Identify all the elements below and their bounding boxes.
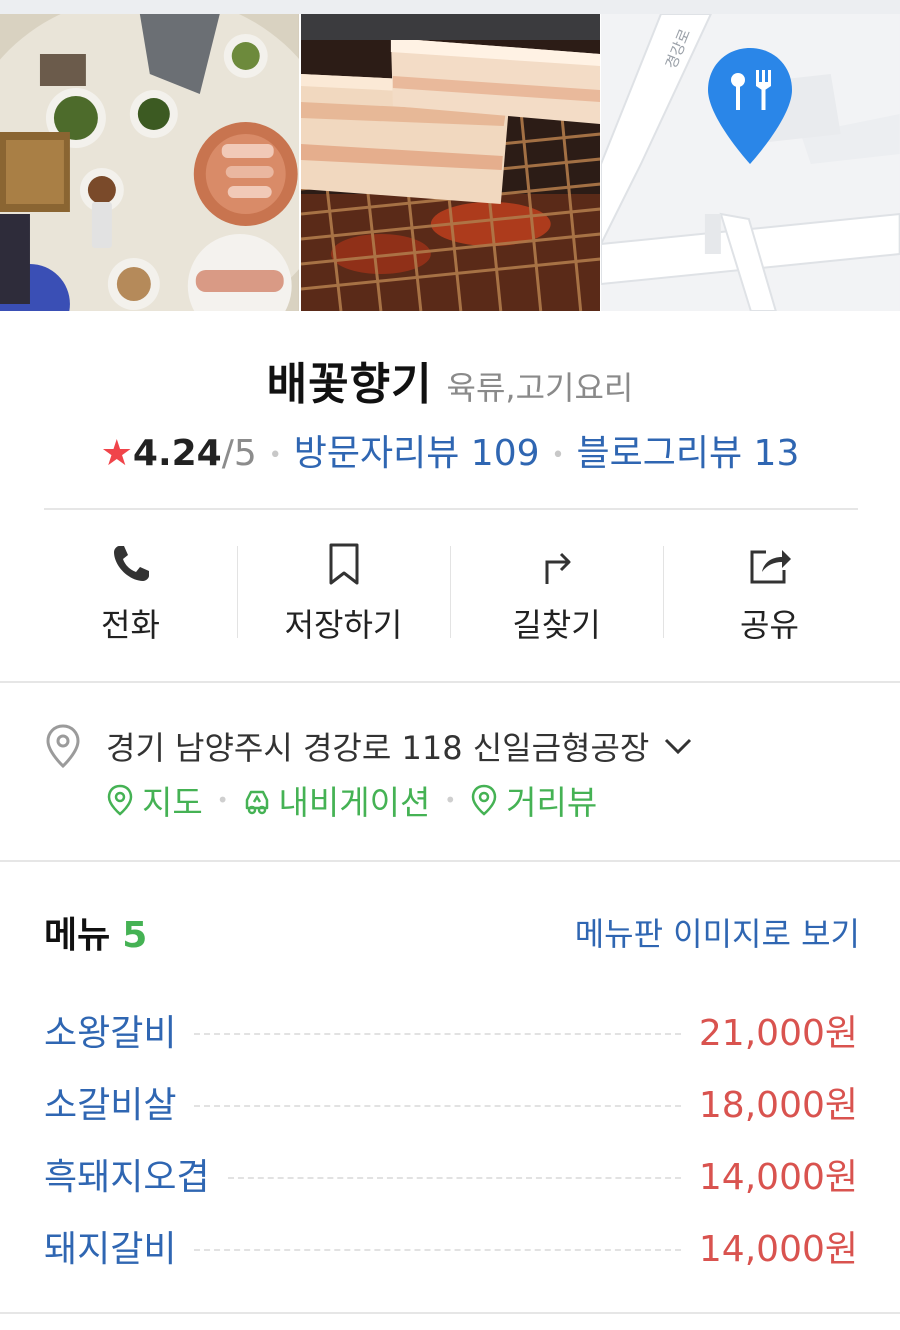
map-link[interactable]: 지도 bbox=[106, 776, 203, 824]
blog-reviews-link[interactable]: 블로그리뷰 13 bbox=[577, 433, 800, 474]
address-text: 경기 남양주시 경강로 118 신일금형공장 bbox=[106, 729, 650, 767]
restaurant-pin-icon[interactable] bbox=[706, 46, 794, 166]
menu-title: 메뉴 5 bbox=[44, 906, 147, 958]
menu-item-name: 소갈비살 bbox=[44, 1085, 177, 1126]
menu-item[interactable]: 돼지갈비 14,000원 bbox=[44, 1210, 858, 1282]
menu-item-price: 14,000원 bbox=[698, 1229, 858, 1270]
rating-row: ★4.24/5 • 방문자리뷰 109 • 블로그리뷰 13 bbox=[0, 424, 900, 476]
menu-item[interactable]: 소왕갈비 21,000원 bbox=[44, 994, 858, 1066]
rating-score: 4.24 bbox=[132, 433, 222, 474]
directions-label: 길찾기 bbox=[512, 606, 601, 644]
divider bbox=[0, 1312, 900, 1314]
divider bbox=[0, 860, 900, 862]
separator-dot: • bbox=[444, 788, 457, 812]
chevron-down-icon[interactable] bbox=[663, 736, 693, 756]
address-row[interactable]: 경기 남양주시 경강로 118 신일금형공장 bbox=[44, 722, 864, 770]
navigation-link[interactable]: 내비게이션 bbox=[243, 776, 431, 824]
menu-header: 메뉴 5 메뉴판 이미지로 보기 bbox=[44, 906, 860, 958]
location-pin-icon bbox=[46, 724, 80, 769]
place-category: 육류,고기요리 bbox=[446, 369, 634, 407]
share-button[interactable]: 공유 bbox=[663, 534, 876, 646]
visitor-reviews-link[interactable]: 방문자리뷰 109 bbox=[294, 433, 540, 474]
save-label: 저장하기 bbox=[284, 606, 403, 644]
divider bbox=[0, 681, 900, 683]
share-label: 공유 bbox=[740, 606, 799, 644]
menu-board-link[interactable]: 메뉴판 이미지로 보기 bbox=[575, 909, 860, 955]
separator-dot: • bbox=[268, 442, 282, 468]
map-link-label: 지도 bbox=[142, 783, 203, 822]
menu-item-price: 21,000원 bbox=[698, 1013, 858, 1054]
separator-dot: • bbox=[551, 442, 565, 468]
menu-title-text: 메뉴 bbox=[44, 915, 111, 956]
action-bar: 전화 저장하기 길찾기 공유 bbox=[24, 534, 876, 646]
call-button[interactable]: 전화 bbox=[24, 534, 237, 646]
menu-count: 5 bbox=[122, 915, 148, 956]
dotted-leader bbox=[194, 1033, 681, 1035]
menu-list: 소왕갈비 21,000원 소갈비살 18,000원 흑돼지오겹 14,000원 … bbox=[44, 994, 858, 1282]
dotted-leader bbox=[194, 1249, 681, 1251]
share-icon bbox=[750, 550, 791, 584]
separator-dot: • bbox=[216, 788, 229, 812]
menu-item-name: 흑돼지오겹 bbox=[44, 1157, 210, 1198]
call-label: 전화 bbox=[101, 606, 160, 644]
rating-max: /5 bbox=[221, 433, 257, 474]
divider bbox=[44, 508, 858, 510]
grill-pork-photo[interactable] bbox=[300, 14, 601, 311]
place-name: 배꽃향기 bbox=[266, 359, 433, 410]
bookmark-icon bbox=[329, 543, 358, 585]
dotted-leader bbox=[194, 1105, 681, 1107]
street-view-link[interactable]: 거리뷰 bbox=[470, 776, 597, 824]
car-icon bbox=[245, 790, 268, 815]
phone-icon bbox=[113, 546, 149, 581]
menu-item-price: 18,000원 bbox=[698, 1085, 858, 1126]
menu-item-price: 14,000원 bbox=[698, 1157, 858, 1198]
directions-icon bbox=[545, 552, 570, 584]
directions-button[interactable]: 길찾기 bbox=[450, 534, 663, 646]
food-table-photo[interactable] bbox=[0, 14, 299, 311]
menu-item[interactable]: 소갈비살 18,000원 bbox=[44, 1066, 858, 1138]
place-header: 배꽃향기 육류,고기요리 bbox=[0, 348, 900, 412]
street-view-icon bbox=[471, 784, 497, 816]
address-links: 지도 • 내비게이션 • 거리뷰 bbox=[106, 776, 597, 824]
menu-item[interactable]: 흑돼지오겹 14,000원 bbox=[44, 1138, 858, 1210]
top-bar bbox=[0, 0, 900, 14]
save-button[interactable]: 저장하기 bbox=[237, 534, 450, 646]
menu-item-name: 돼지갈비 bbox=[44, 1229, 177, 1270]
street-view-link-label: 거리뷰 bbox=[506, 783, 598, 822]
dotted-leader bbox=[227, 1177, 681, 1179]
menu-item-name: 소왕갈비 bbox=[44, 1013, 177, 1054]
navigation-link-label: 내비게이션 bbox=[278, 783, 431, 822]
map-pin-icon bbox=[107, 784, 133, 816]
star-icon: ★ bbox=[100, 433, 133, 474]
